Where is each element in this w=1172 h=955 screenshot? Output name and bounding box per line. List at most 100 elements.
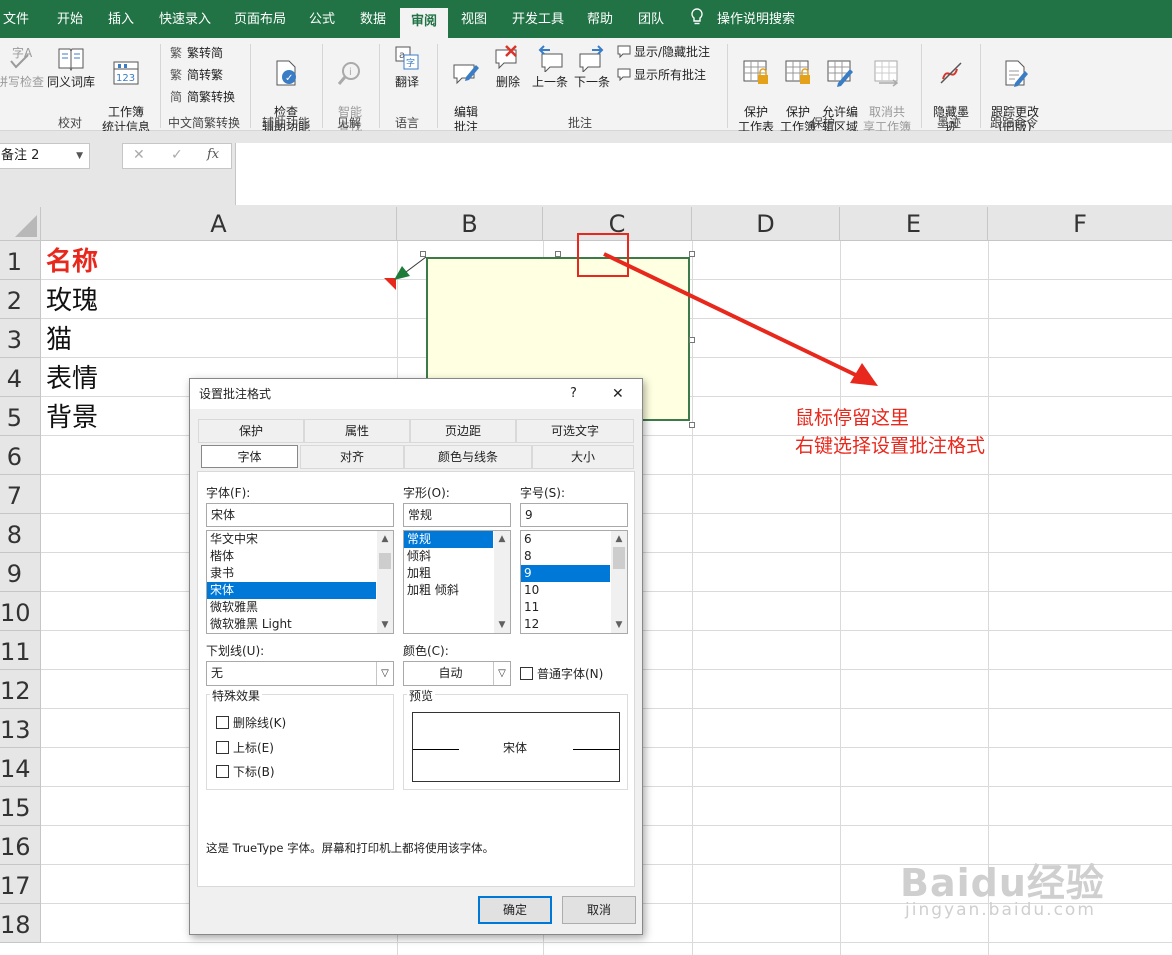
scroll-down-icon[interactable]: ▼ bbox=[611, 617, 627, 633]
tab-insert[interactable]: 插入 bbox=[108, 0, 134, 38]
show-all-comments-button[interactable]: 显示所有批注 bbox=[617, 67, 706, 83]
tab-home[interactable]: 开始 bbox=[57, 0, 83, 38]
cell-a5[interactable]: 背景 bbox=[46, 399, 98, 438]
tab-developer[interactable]: 开发工具 bbox=[512, 0, 564, 38]
help-button[interactable]: ? bbox=[570, 379, 577, 409]
size-list-item[interactable]: 11 bbox=[521, 599, 610, 616]
normal-font-checkbox[interactable]: 普通字体(N) bbox=[520, 667, 603, 681]
protect-sheet-button[interactable]: 保护 工作表 bbox=[736, 44, 776, 135]
tab-review[interactable]: 审阅 bbox=[400, 8, 449, 38]
thesaurus-button[interactable]: 同义词库 bbox=[46, 44, 96, 90]
row-header-2[interactable]: 2 bbox=[0, 280, 41, 319]
row-header-6[interactable]: 6 bbox=[0, 436, 41, 475]
checkbox-box[interactable] bbox=[216, 716, 229, 729]
scroll-up-icon[interactable]: ▲ bbox=[611, 531, 627, 547]
show-hide-comment-button[interactable]: 显示/隐藏批注 bbox=[617, 44, 710, 60]
font-list-scrollbar[interactable]: ▲ ▼ bbox=[377, 531, 393, 633]
row-header-12[interactable]: 12 bbox=[0, 670, 41, 709]
unshare-workbook-button[interactable]: 取消共 享工作簿 bbox=[862, 44, 912, 135]
next-comment-button[interactable]: 下一条 bbox=[572, 44, 612, 90]
row-header-5[interactable]: 5 bbox=[0, 397, 41, 436]
tab-team[interactable]: 团队 bbox=[638, 0, 664, 38]
style-list-item[interactable]: 加粗 倾斜 bbox=[404, 582, 493, 599]
size-list-item[interactable]: 9 bbox=[521, 565, 610, 582]
select-all-corner[interactable] bbox=[0, 207, 41, 241]
scroll-thumb[interactable] bbox=[379, 553, 391, 569]
name-box[interactable]: 备注 2 ▼ bbox=[0, 143, 90, 169]
tab-font[interactable]: 字体 bbox=[201, 445, 298, 468]
style-input[interactable]: 常规 bbox=[403, 503, 511, 527]
font-list-item[interactable]: 宋体 bbox=[207, 582, 376, 599]
scroll-up-icon[interactable]: ▲ bbox=[494, 531, 510, 547]
workbook-stats-button[interactable]: 123 工作簿 统计信息 bbox=[102, 44, 150, 135]
ok-button[interactable]: 确定 bbox=[478, 896, 552, 924]
column-header-b[interactable]: B bbox=[397, 207, 543, 241]
style-list[interactable]: 常规 倾斜 加粗 加粗 倾斜 ▲ ▼ bbox=[403, 530, 511, 634]
chevron-down-icon[interactable]: ▽ bbox=[376, 662, 393, 685]
tab-size[interactable]: 大小 bbox=[532, 445, 634, 469]
row-header-7[interactable]: 7 bbox=[0, 475, 41, 514]
row-header-4[interactable]: 4 bbox=[0, 358, 41, 397]
font-list-item[interactable]: 微软雅黑 bbox=[207, 599, 376, 616]
tab-formulas[interactable]: 公式 bbox=[309, 0, 335, 38]
style-list-item[interactable]: 加粗 bbox=[404, 565, 493, 582]
cancel-edit-icon[interactable]: ✕ bbox=[133, 147, 145, 163]
font-list[interactable]: 华文中宋 楷体 隶书 宋体 微软雅黑 微软雅黑 Light ▲ ▼ bbox=[206, 530, 394, 634]
column-header-e[interactable]: E bbox=[840, 207, 988, 241]
convert-button[interactable]: 简简繁转换 bbox=[170, 89, 235, 105]
confirm-edit-icon[interactable]: ✓ bbox=[171, 147, 183, 163]
tab-data[interactable]: 数据 bbox=[360, 0, 386, 38]
font-list-item[interactable]: 华文中宋 bbox=[207, 531, 376, 548]
translate-button[interactable]: a字 翻译 bbox=[387, 44, 427, 90]
row-header-9[interactable]: 9 bbox=[0, 553, 41, 592]
size-list-item[interactable]: 8 bbox=[521, 548, 610, 565]
resize-handle[interactable] bbox=[689, 422, 695, 428]
scroll-down-icon[interactable]: ▼ bbox=[377, 617, 393, 633]
scroll-thumb[interactable] bbox=[613, 547, 625, 569]
checkbox-box[interactable] bbox=[520, 667, 533, 680]
tab-colors-lines[interactable]: 颜色与线条 bbox=[404, 445, 532, 469]
edit-comment-button[interactable]: 编辑 批注 bbox=[447, 44, 485, 135]
superscript-checkbox[interactable]: 上标(E) bbox=[216, 741, 274, 755]
cell-a3[interactable]: 猫 bbox=[46, 321, 72, 360]
tab-page-layout[interactable]: 页面布局 bbox=[234, 0, 286, 38]
size-list-item[interactable]: 6 bbox=[521, 531, 610, 548]
size-list-scrollbar[interactable]: ▲ ▼ bbox=[611, 531, 627, 633]
color-select[interactable]: 自动 ▽ bbox=[403, 661, 511, 686]
checkbox-box[interactable] bbox=[216, 765, 229, 778]
column-header-f[interactable]: F bbox=[988, 207, 1172, 241]
chevron-down-icon[interactable]: ▽ bbox=[493, 662, 510, 685]
row-header-14[interactable]: 14 bbox=[0, 748, 41, 787]
row-header-13[interactable]: 13 bbox=[0, 709, 41, 748]
font-list-item[interactable]: 楷体 bbox=[207, 548, 376, 565]
size-list-item[interactable]: 12 bbox=[521, 616, 610, 633]
size-list-item[interactable]: 10 bbox=[521, 582, 610, 599]
previous-comment-button[interactable]: 上一条 bbox=[530, 44, 570, 90]
underline-select[interactable]: 无 ▽ bbox=[206, 661, 394, 686]
tab-view[interactable]: 视图 bbox=[461, 0, 487, 38]
strikethrough-checkbox[interactable]: 删除线(K) bbox=[216, 716, 286, 730]
row-header-18[interactable]: 18 bbox=[0, 904, 41, 943]
style-list-item[interactable]: 倾斜 bbox=[404, 548, 493, 565]
font-list-item[interactable]: 微软雅黑 Light bbox=[207, 616, 376, 633]
formula-input[interactable] bbox=[235, 143, 1172, 205]
style-list-scrollbar[interactable]: ▲ ▼ bbox=[494, 531, 510, 633]
tab-file[interactable]: 文件 bbox=[3, 0, 29, 38]
font-input[interactable]: 宋体 bbox=[206, 503, 394, 527]
row-header-16[interactable]: 16 bbox=[0, 826, 41, 865]
delete-comment-button[interactable]: 删除 bbox=[490, 44, 526, 90]
close-button[interactable]: ✕ bbox=[612, 379, 624, 409]
tell-me-search[interactable]: 操作说明搜索 bbox=[717, 0, 795, 38]
tab-margins[interactable]: 页边距 bbox=[410, 419, 516, 443]
tab-alt-text[interactable]: 可选文字 bbox=[516, 419, 634, 443]
tab-properties[interactable]: 属性 bbox=[304, 419, 410, 443]
cell-a2[interactable]: 玫瑰 bbox=[46, 282, 98, 321]
row-header-17[interactable]: 17 bbox=[0, 865, 41, 904]
tab-alignment[interactable]: 对齐 bbox=[300, 445, 404, 469]
row-header-8[interactable]: 8 bbox=[0, 514, 41, 553]
tab-protection[interactable]: 保护 bbox=[198, 419, 304, 443]
cancel-button[interactable]: 取消 bbox=[562, 896, 636, 924]
insert-function-icon[interactable]: fx bbox=[207, 147, 219, 162]
style-list-item[interactable]: 常规 bbox=[404, 531, 493, 548]
scroll-down-icon[interactable]: ▼ bbox=[494, 617, 510, 633]
